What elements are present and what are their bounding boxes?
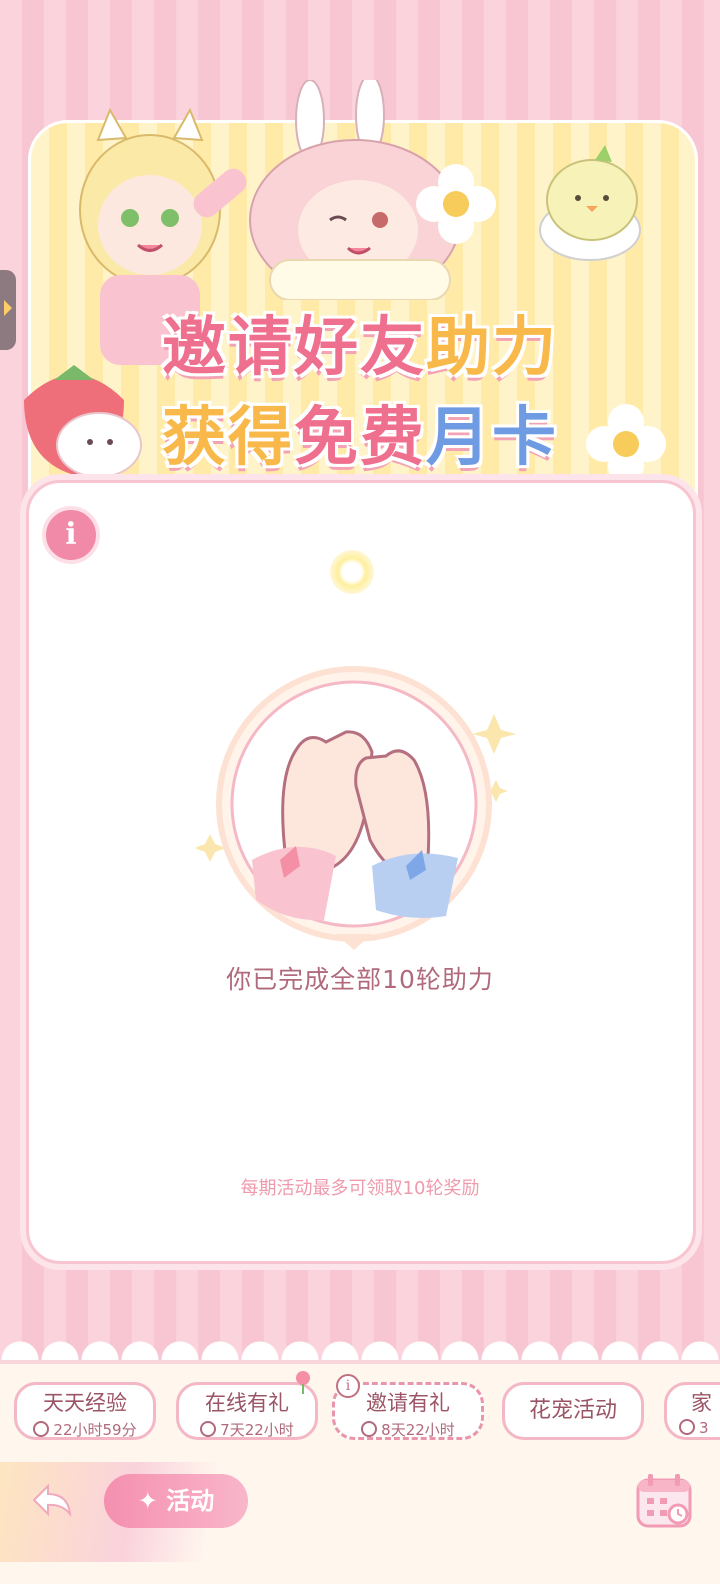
high-five-hands-icon xyxy=(196,666,516,950)
completion-status-text: 你已完成全部10轮助力 xyxy=(226,965,494,994)
back-arrow-icon[interactable] xyxy=(30,1480,74,1520)
strawberry-mascot-illustration xyxy=(24,365,142,478)
reward-limit-footnote: 每期活动最多可领取10轮奖励 xyxy=(240,1178,480,1199)
tab-timer: 7天22小时 xyxy=(220,1421,294,1439)
title-text-help: 助力 xyxy=(426,311,558,385)
tab-daily-exp[interactable]: 天天经验 22小时59分 xyxy=(14,1382,156,1440)
activity-button[interactable]: ✦ 活动 xyxy=(104,1474,248,1528)
clock-icon xyxy=(361,1421,378,1437)
clock-icon xyxy=(679,1419,695,1435)
tab-timer: 8天22小时 xyxy=(381,1421,455,1439)
chick-mascot-illustration xyxy=(539,145,641,261)
banner-title-line-2: 获得免费月卡 xyxy=(130,386,590,478)
title-text-free: 免费 xyxy=(294,401,426,475)
sparkle-sun-icon xyxy=(330,550,374,594)
title-text-invite-friends: 邀请好友 xyxy=(162,311,426,385)
banner-title-line-1: 邀请好友助力 xyxy=(130,296,590,388)
flower-decoration xyxy=(416,164,496,244)
tab-timer: 3 xyxy=(699,1419,709,1437)
title-text-get: 获得 xyxy=(162,401,294,475)
info-icon[interactable]: i xyxy=(42,506,100,564)
tab-label: 花宠活动 xyxy=(528,1398,617,1423)
flower-decoration xyxy=(586,404,666,484)
lace-divider xyxy=(0,1280,720,1360)
tab-timer: 22小时59分 xyxy=(53,1421,137,1439)
sparkle-icon: ✦ xyxy=(137,1487,167,1515)
activity-label: 活动 xyxy=(166,1487,215,1515)
flower-badge-icon xyxy=(296,1371,310,1394)
clock-icon xyxy=(33,1421,50,1437)
side-drawer-handle[interactable] xyxy=(0,270,16,350)
clock-icon xyxy=(200,1421,217,1437)
tab-label: 天天经验 xyxy=(43,1391,127,1415)
calendar-icon[interactable] xyxy=(634,1472,694,1530)
tab-info-icon: i xyxy=(336,1374,360,1398)
tab-label: 家 xyxy=(691,1391,712,1415)
title-text-month-card: 月卡 xyxy=(426,401,558,475)
tab-home-partial[interactable]: 家 3 xyxy=(664,1382,720,1440)
tab-flower-pet-activity[interactable]: 花宠活动 xyxy=(502,1382,644,1440)
